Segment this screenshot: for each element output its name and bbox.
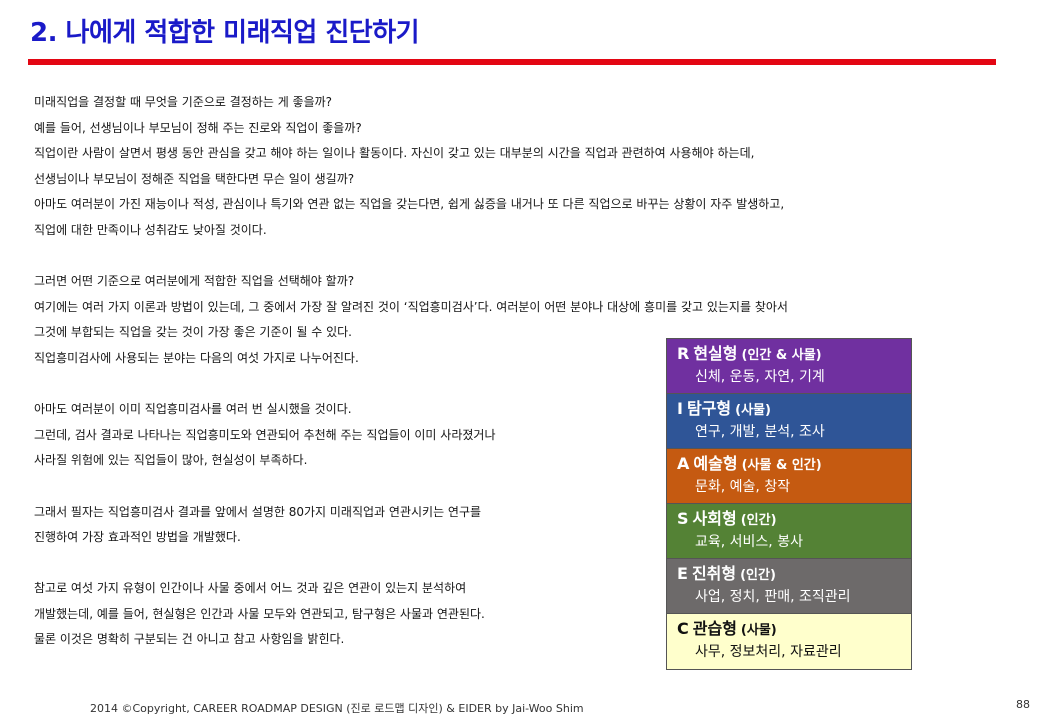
interest-type-code: I (677, 399, 683, 418)
paragraph-line: 선생님이나 부모님이 정해준 직업을 택한다면 무슨 일이 생길까? (34, 171, 355, 186)
title-divider (28, 59, 996, 65)
interest-type-heading: A 예술형 (사물 & 인간) (677, 454, 911, 476)
paragraph-line: 여기에는 여러 가지 이론과 방법이 있는데, 그 중에서 가장 잘 알려진 것… (34, 299, 788, 314)
interest-types-panel: R 현실형 (인간 & 사물) 신체, 운동, 자연, 기계 I 탐구형 (사물) 연구, 개… (666, 338, 912, 670)
interest-type-heading: E 진취형 (인간) (677, 564, 911, 586)
interest-type-code: R (677, 344, 690, 363)
interest-type-relation: (사물) (740, 623, 777, 638)
interest-type-relation: (인간) (740, 513, 777, 528)
interest-type-heading: I 탐구형 (사물) (677, 399, 911, 421)
interest-type-heading: C 관습형 (사물) (677, 619, 911, 641)
interest-type-relation: (사물 & 인간) (741, 458, 822, 473)
paragraph-line: 미래직업을 결정할 때 무엇을 기준으로 결정하는 게 좋을까? (34, 95, 333, 109)
interest-type-heading: R 현실형 (인간 & 사물) (677, 344, 911, 366)
interest-type-a: A 예술형 (사물 & 인간) 문화, 예술, 창작 (667, 449, 911, 504)
interest-type-name: 사회형 (692, 509, 737, 528)
interest-type-name: 현실형 (693, 344, 738, 363)
interest-type-name: 관습형 (692, 619, 737, 638)
copyright-footer: 2014 ©Copyright, CAREER ROADMAP DESIGN (… (90, 702, 584, 715)
interest-type-description: 사업, 정치, 판매, 조직관리 (695, 589, 851, 605)
paragraph-line: 아마도 여러분이 가진 재능이나 적성, 관심이나 특기와 연관 없는 직업을 … (34, 197, 785, 212)
interest-type-code: S (677, 509, 689, 528)
interest-type-relation: (인간) (740, 568, 776, 583)
interest-type-description: 교육, 서비스, 봉사 (695, 534, 803, 550)
interest-type-s: S 사회형 (인간) 교육, 서비스, 봉사 (667, 504, 911, 559)
interest-type-name: 진취형 (691, 564, 737, 583)
interest-type-relation: (사물) (735, 403, 771, 418)
page-title: 2. 나에게 적합한 미래직업 진단하기 (30, 18, 420, 48)
interest-type-description: 문화, 예술, 창작 (695, 479, 791, 495)
paragraph-line: 예를 들어, 선생님이나 부모님이 정해 주는 진로와 직업이 좋을까? (34, 120, 362, 135)
interest-type-heading: S 사회형 (인간) (677, 509, 911, 531)
paragraph-line: 직업에 대한 만족이나 성취감도 낮아질 것이다. (34, 222, 267, 237)
interest-type-c: C 관습형 (사물) 사무, 정보처리, 자료관리 (667, 614, 911, 669)
page-number: 88 (1016, 698, 1030, 711)
interest-type-e: E 진취형 (인간) 사업, 정치, 판매, 조직관리 (667, 559, 911, 614)
interest-type-relation: (인간 & 사물) (741, 348, 822, 363)
interest-type-description: 신체, 운동, 자연, 기계 (695, 369, 825, 385)
interest-type-description: 사무, 정보처리, 자료관리 (695, 644, 842, 660)
interest-type-code: C (677, 619, 689, 638)
interest-type-name: 탐구형 (686, 399, 732, 418)
interest-type-description: 연구, 개발, 분석, 조사 (695, 424, 825, 440)
interest-type-name: 예술형 (693, 454, 738, 473)
paragraph-line: 직업이란 사람이 살면서 평생 동안 관심을 갖고 해야 하는 일이나 활동이다… (34, 146, 755, 161)
interest-type-i: I 탐구형 (사물) 연구, 개발, 분석, 조사 (667, 394, 911, 449)
interest-type-code: A (677, 454, 690, 473)
paragraph-line: 그러면 어떤 기준으로 여러분에게 적합한 직업을 선택해야 할까? (34, 274, 355, 289)
interest-type-code: E (677, 564, 688, 583)
interest-type-r: R 현실형 (인간 & 사물) 신체, 운동, 자연, 기계 (667, 339, 911, 394)
